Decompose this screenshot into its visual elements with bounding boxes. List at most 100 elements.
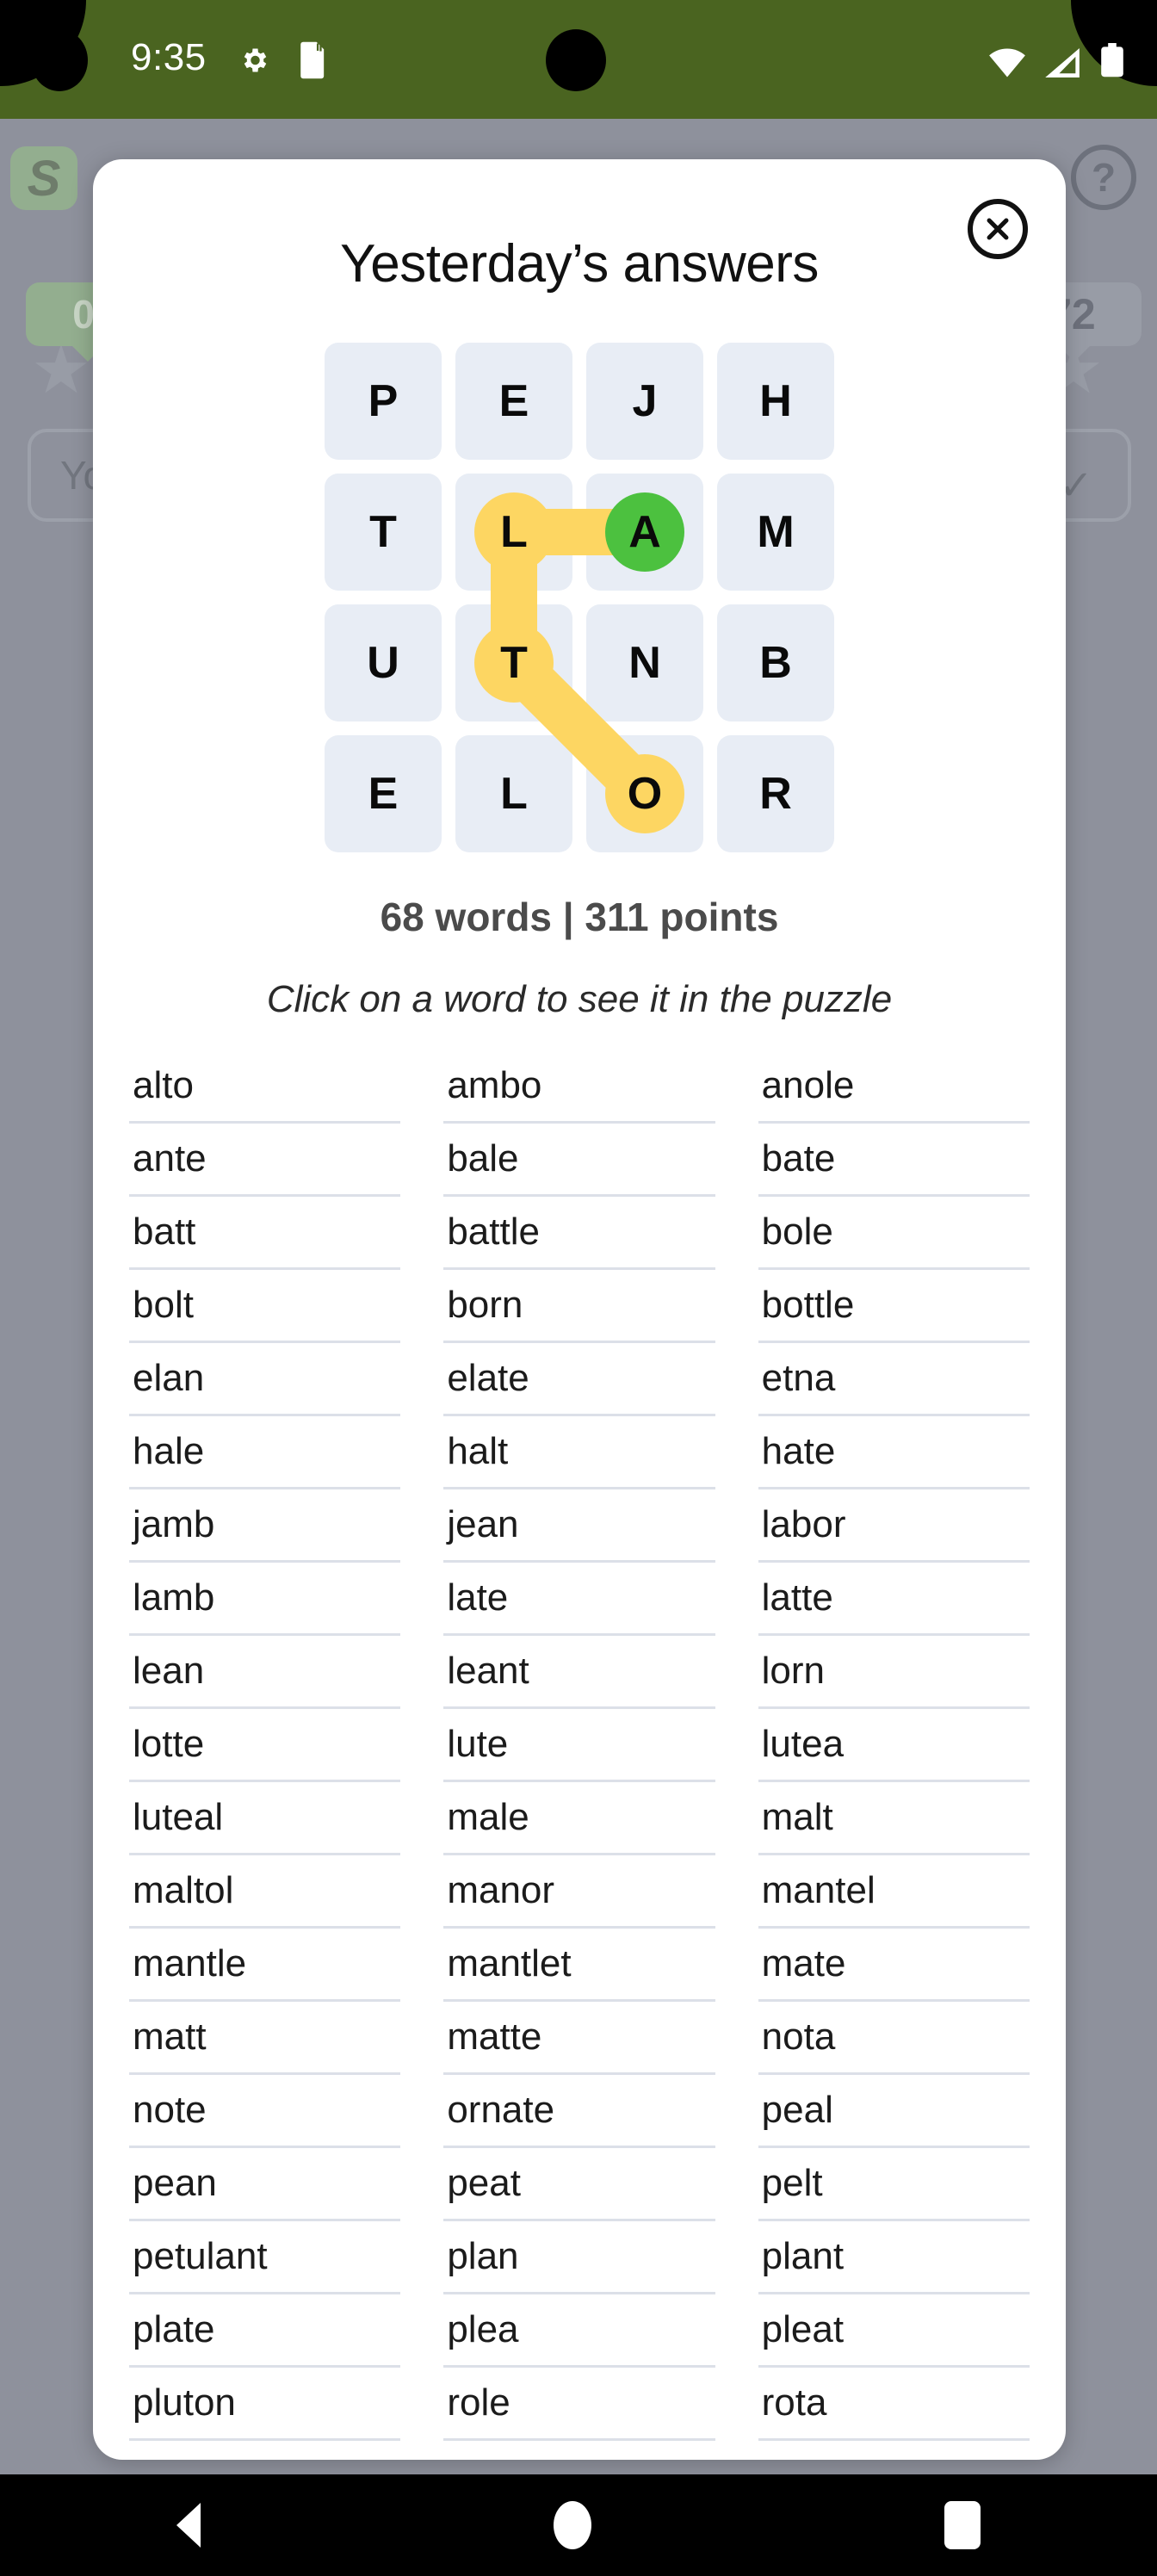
word-item[interactable]: plate xyxy=(129,2294,401,2368)
word-item[interactable]: lamb xyxy=(129,1563,401,1636)
word-item[interactable]: elan xyxy=(129,1343,401,1416)
dialog-title: Yesterday’s answers xyxy=(340,234,819,294)
word-item[interactable]: anole xyxy=(758,1050,1030,1124)
word-item[interactable]: ante xyxy=(129,1124,401,1197)
letter-grid-wrapper: PEJHTMUNBELR ALTO xyxy=(325,343,834,852)
word-item[interactable]: batt xyxy=(129,1197,401,1270)
phone-screen: S ? ★ ★ 0 272 Yo ✓ 9:35 xyxy=(0,0,1157,2576)
word-item[interactable]: tale xyxy=(758,2441,1030,2460)
word-item[interactable]: pean xyxy=(129,2148,401,2221)
word-item[interactable]: lute xyxy=(443,1709,715,1782)
yesterdays-answers-dialog: Yesterday’s answers PEJHTMUNBELR ALTO 68… xyxy=(93,159,1066,2460)
close-icon xyxy=(987,218,1009,240)
word-item[interactable]: peal xyxy=(758,2075,1030,2148)
cellular-signal-icon xyxy=(1045,48,1080,77)
word-item[interactable]: labor xyxy=(758,1489,1030,1563)
word-item[interactable]: matt xyxy=(129,2002,401,2075)
word-item[interactable]: bale xyxy=(443,1124,715,1197)
word-item[interactable]: lean xyxy=(129,1636,401,1709)
help-icon[interactable]: ? xyxy=(1071,145,1136,210)
word-item[interactable]: male xyxy=(443,1782,715,1855)
word-item[interactable]: nota xyxy=(758,2002,1030,2075)
letter-tile[interactable]: N xyxy=(586,604,703,721)
word-item[interactable]: jamb xyxy=(129,1489,401,1563)
letter-tile[interactable]: J xyxy=(586,343,703,460)
word-item[interactable]: lutea xyxy=(758,1709,1030,1782)
word-item[interactable]: hale xyxy=(129,1416,401,1489)
word-item[interactable]: bate xyxy=(758,1124,1030,1197)
word-item[interactable]: battle xyxy=(443,1197,715,1270)
letter-tile[interactable]: T xyxy=(325,474,442,591)
letter-grid: PEJHTMUNBELR xyxy=(325,343,834,852)
letter-tile[interactable]: B xyxy=(717,604,834,721)
battery-icon xyxy=(1101,43,1123,77)
letter-tile[interactable]: E xyxy=(455,343,572,460)
word-item[interactable]: jean xyxy=(443,1489,715,1563)
status-bar: 9:35 xyxy=(0,0,1157,119)
letter-tile[interactable]: M xyxy=(717,474,834,591)
path-letter-l[interactable]: L xyxy=(455,474,572,591)
path-letter-o[interactable]: O xyxy=(586,735,703,852)
word-item[interactable]: born xyxy=(443,1270,715,1343)
word-item[interactable]: malt xyxy=(758,1782,1030,1855)
letter-tile[interactable]: E xyxy=(325,735,442,852)
word-item[interactable]: peat xyxy=(443,2148,715,2221)
path-letter-t[interactable]: T xyxy=(455,604,572,721)
word-item[interactable]: plan xyxy=(443,2221,715,2294)
word-item[interactable]: hate xyxy=(758,1416,1030,1489)
word-item[interactable]: mantle xyxy=(129,1929,401,2002)
word-item[interactable]: mate xyxy=(758,1929,1030,2002)
word-item[interactable]: rote xyxy=(129,2441,400,2460)
word-item[interactable]: etna xyxy=(758,1343,1030,1416)
word-item[interactable]: plant xyxy=(758,2221,1030,2294)
wifi-icon xyxy=(989,48,1025,77)
word-item[interactable]: petulant xyxy=(129,2221,401,2294)
word-count-and-points: 68 words | 311 points xyxy=(380,895,779,939)
sd-card-icon xyxy=(300,41,325,79)
word-item[interactable]: bole xyxy=(758,1197,1030,1270)
word-item[interactable]: rota xyxy=(758,2368,1030,2441)
close-button[interactable] xyxy=(968,199,1028,259)
android-navigation-bar xyxy=(0,2474,1157,2576)
word-item[interactable]: tabor xyxy=(443,2441,715,2460)
word-item[interactable]: lotte xyxy=(129,1709,401,1782)
word-item[interactable]: role xyxy=(443,2368,715,2441)
status-bar-icons xyxy=(988,43,1124,77)
word-item[interactable]: latte xyxy=(758,1563,1030,1636)
word-item[interactable]: alto xyxy=(129,1050,401,1124)
word-item[interactable]: plea xyxy=(443,2294,715,2368)
answer-word-list: alto ambo anole ante bale bate batt battle bole b… xyxy=(129,1050,1030,2460)
word-item[interactable]: pelt xyxy=(758,2148,1030,2221)
camera-punch-hole-left xyxy=(31,29,88,91)
letter-tile[interactable]: H xyxy=(717,343,834,460)
recents-button[interactable] xyxy=(944,2501,981,2549)
word-item[interactable]: matte xyxy=(443,2002,715,2075)
word-item[interactable]: late xyxy=(443,1563,715,1636)
word-item[interactable]: halt xyxy=(443,1416,715,1489)
word-item[interactable]: manor xyxy=(443,1855,715,1929)
word-item[interactable]: ambo xyxy=(443,1050,715,1124)
word-item[interactable]: leant xyxy=(443,1636,715,1709)
word-item[interactable]: pluton xyxy=(129,2368,401,2441)
word-item[interactable]: bottle xyxy=(758,1270,1030,1343)
status-bar-clock: 9:35 xyxy=(131,36,207,78)
click-word-hint: Click on a word to see it in the puzzle xyxy=(266,978,893,1020)
word-item[interactable]: pleat xyxy=(758,2294,1030,2368)
word-item[interactable]: note xyxy=(129,2075,401,2148)
home-button[interactable] xyxy=(554,2501,591,2549)
word-item[interactable]: elate xyxy=(443,1343,715,1416)
letter-tile[interactable]: R xyxy=(717,735,834,852)
back-button[interactable] xyxy=(176,2503,201,2548)
letter-tile[interactable]: P xyxy=(325,343,442,460)
word-item[interactable]: mantlet xyxy=(443,1929,715,2002)
word-item[interactable]: ornate xyxy=(443,2075,715,2148)
camera-punch-hole-center xyxy=(546,29,606,91)
word-item[interactable]: lorn xyxy=(758,1636,1030,1709)
word-item[interactable]: bolt xyxy=(129,1270,401,1343)
path-letter-a[interactable]: A xyxy=(586,474,703,591)
word-item[interactable]: mantel xyxy=(758,1855,1030,1929)
letter-tile[interactable]: L xyxy=(455,735,572,852)
word-item[interactable]: maltol xyxy=(129,1855,401,1929)
letter-tile[interactable]: U xyxy=(325,604,442,721)
word-item[interactable]: luteal xyxy=(129,1782,401,1855)
